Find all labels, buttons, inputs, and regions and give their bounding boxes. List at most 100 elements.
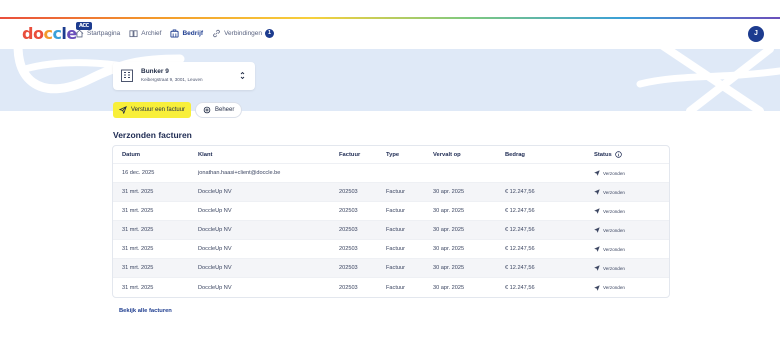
cell-due: 30 apr. 2025 — [433, 246, 465, 252]
cell-client: DoccleUp NV — [198, 227, 232, 233]
table-row[interactable]: 31 mrt. 2025 DoccleUp NV 202503 Factuur 30 a… — [113, 221, 669, 240]
cell-type: Factuur — [386, 189, 405, 195]
cell-invoice: 202503 — [339, 246, 358, 252]
status-text: Verzonden — [603, 170, 625, 176]
column-header-date[interactable]: Datum — [122, 146, 140, 163]
cell-invoice: 202503 — [339, 227, 358, 233]
column-header-status[interactable]: Status — [594, 146, 622, 163]
status-text: Verzonden — [603, 265, 625, 271]
paper-plane-icon — [594, 265, 600, 271]
nav-item-verbindingen[interactable]: Verbindingen 1 — [212, 29, 275, 38]
home-icon — [75, 29, 84, 38]
status-text: Verzonden — [603, 189, 625, 195]
status-text: Verzonden — [603, 208, 625, 214]
cell-due: 30 apr. 2025 — [433, 265, 465, 271]
column-header-type[interactable]: Type — [386, 146, 399, 163]
column-header-client[interactable]: Klant — [198, 146, 213, 163]
cell-amount: € 12.247,56 — [505, 265, 535, 271]
cell-date: 31 mrt. 2025 — [122, 189, 154, 195]
cell-amount: € 12.247,56 — [505, 227, 535, 233]
cell-client: DoccleUp NV — [198, 265, 232, 271]
manage-button[interactable]: Beheer — [195, 102, 243, 118]
gear-icon — [203, 106, 211, 114]
cell-client: DoccleUp NV — [198, 246, 232, 252]
archive-icon — [129, 30, 138, 38]
nav-item-startpagina[interactable]: Startpagina — [75, 29, 120, 38]
chevron-updown-icon — [240, 71, 245, 80]
doccle-logo[interactable]: doccle ACC — [22, 22, 92, 43]
cell-date: 31 mrt. 2025 — [122, 265, 154, 271]
send-invoice-label: Verstuur een factuur — [131, 107, 186, 113]
app-header: doccle ACC Startpagina Archief Bedrijf V… — [0, 19, 780, 49]
cell-type: Factuur — [386, 227, 405, 233]
cell-client: DoccleUp NV — [198, 208, 232, 214]
nav-item-bedrijf[interactable]: Bedrijf — [170, 29, 203, 38]
cell-date: 16 dec. 2025 — [122, 170, 155, 176]
paper-plane-icon — [594, 284, 600, 291]
paper-plane-icon — [594, 170, 600, 176]
cell-amount: € 12.247,56 — [505, 208, 535, 214]
cell-amount: € 12.247,56 — [505, 284, 535, 291]
info-icon[interactable] — [614, 151, 622, 158]
table-row[interactable]: 31 mrt. 2025 DoccleUp NV 202503 Factuur 30 a… — [113, 259, 669, 278]
status-text: Verzonden — [603, 285, 625, 290]
company-selector[interactable]: Bunker 9 Keibergstraat 9, 3001, Leuven — [113, 62, 255, 90]
company-icon — [170, 29, 180, 38]
paper-plane-icon — [594, 227, 600, 233]
status-badge: Verzonden — [594, 240, 625, 258]
status-badge: Verzonden — [594, 164, 625, 182]
nav-label: Bedrijf — [182, 30, 204, 37]
table-row[interactable]: 31 mrt. 2025 DoccleUp NV 202503 Factuur 30 a… — [113, 202, 669, 221]
column-header-amount[interactable]: Bedrag — [505, 146, 525, 163]
cell-due: 30 apr. 2025 — [433, 208, 465, 214]
company-address: Keibergstraat 9, 3001, Leuven — [141, 77, 203, 82]
column-header-invoice[interactable]: Factuur — [339, 146, 360, 163]
paper-plane-icon — [119, 106, 127, 114]
cell-date: 31 mrt. 2025 — [122, 284, 154, 291]
nav-label: Archief — [141, 30, 162, 37]
status-badge: Verzonden — [594, 221, 625, 239]
status-badge: Verzonden — [594, 278, 625, 297]
paper-plane-icon — [594, 208, 600, 214]
cell-amount: € 12.247,56 — [505, 189, 535, 195]
sent-invoices-table: Datum Klant Factuur Type Vervalt op Bedr… — [112, 145, 670, 298]
status-text: Verzonden — [603, 246, 625, 252]
link-icon — [213, 29, 220, 38]
user-avatar[interactable]: J — [748, 26, 764, 42]
cell-type: Factuur — [386, 265, 405, 271]
paper-plane-icon — [594, 189, 600, 195]
cell-due: 30 apr. 2025 — [433, 227, 465, 233]
cell-due: 30 apr. 2025 — [433, 284, 465, 291]
cell-type: Factuur — [386, 246, 405, 252]
table-row[interactable]: 16 dec. 2025 jonathan.haasi+client@doccle… — [113, 164, 669, 183]
status-text: Verzonden — [603, 227, 625, 233]
cell-client: DoccleUp NV — [198, 189, 232, 195]
status-badge: Verzonden — [594, 183, 625, 201]
connections-count-badge: 1 — [265, 29, 275, 38]
cell-client: jonathan.haasi+client@doccle.be — [198, 170, 281, 176]
table-row[interactable]: 31 mrt. 2025 DoccleUp NV 202503 Factuur 30 a… — [113, 278, 669, 297]
cell-invoice: 202503 — [339, 265, 358, 271]
cell-date: 31 mrt. 2025 — [122, 246, 154, 252]
column-header-due[interactable]: Vervalt op — [433, 146, 461, 163]
main-nav: Startpagina Archief Bedrijf Verbindingen… — [75, 29, 283, 38]
view-all-invoices-link[interactable]: Bekijk alle facturen — [119, 308, 172, 314]
cell-amount: € 12.247,56 — [505, 246, 535, 252]
table-row[interactable]: 31 mrt. 2025 DoccleUp NV 202503 Factuur 30 a… — [113, 183, 669, 202]
cell-date: 31 mrt. 2025 — [122, 227, 154, 233]
cell-client: DoccleUp NV — [198, 284, 232, 291]
cell-invoice: 202503 — [339, 208, 358, 214]
status-badge: Verzonden — [594, 202, 625, 220]
cell-invoice: 202503 — [339, 284, 358, 291]
cell-invoice: 202503 — [339, 189, 358, 195]
send-invoice-button[interactable]: Verstuur een factuur — [113, 102, 192, 118]
table-row[interactable]: 31 mrt. 2025 DoccleUp NV 202503 Factuur 30 a… — [113, 240, 669, 259]
paper-plane-icon — [594, 246, 600, 252]
logo-part: do — [22, 24, 44, 43]
status-badge: Verzonden — [594, 259, 625, 277]
table-header-row: Datum Klant Factuur Type Vervalt op Bedr… — [113, 146, 669, 164]
building-icon — [121, 69, 133, 82]
nav-item-archief[interactable]: Archief — [129, 29, 161, 38]
section-title: Verzonden facturen — [113, 130, 192, 140]
cell-due: 30 apr. 2025 — [433, 189, 465, 195]
